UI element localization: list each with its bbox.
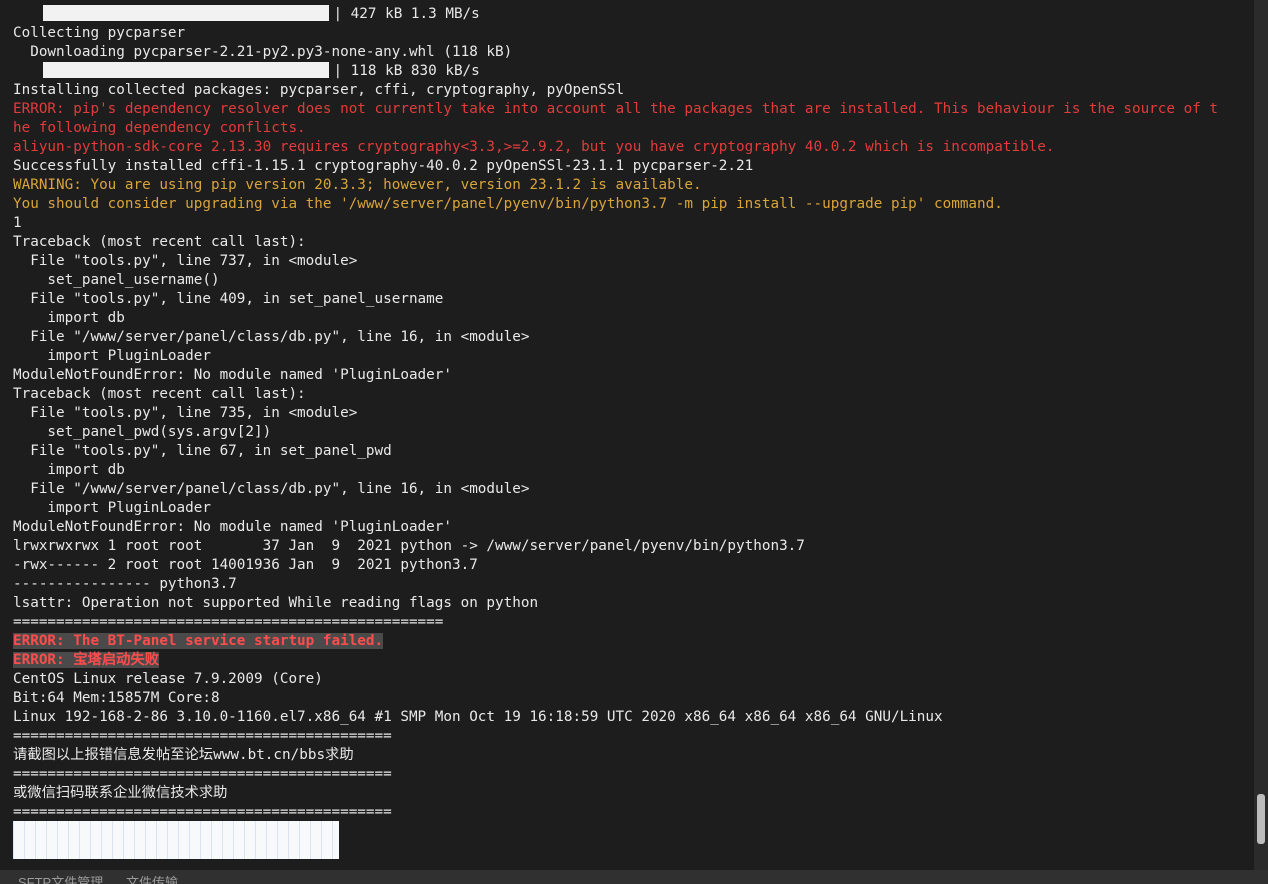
terminal-line: CentOS Linux release 7.9.2009 (Core) (13, 671, 323, 687)
terminal-line: ERROR: pip's dependency resolver does no… (13, 101, 1219, 117)
terminal-line: ========================================… (13, 766, 392, 782)
tab-file-transfer[interactable]: 文件传输 (126, 875, 178, 884)
terminal-line: ERROR: The BT-Panel service startup fail… (13, 632, 1249, 651)
terminal-line: import db (13, 310, 125, 326)
terminal-line: lsattr: Operation not supported While re… (13, 595, 539, 611)
terminal-line: ---------------- python3.7 (13, 576, 237, 592)
terminal-output[interactable]: | 427 kB 1.3 MB/s Collecting pycparser Do… (13, 5, 1249, 822)
terminal-line: File "tools.py", line 409, in set_panel_… (13, 291, 444, 307)
progress-bar (43, 62, 330, 78)
terminal-line: ========================================… (13, 804, 392, 820)
terminal-line: import PluginLoader (13, 500, 211, 516)
terminal-line: -rwx------ 2 root root 14001936 Jan 9 20… (13, 557, 478, 573)
error-highlight-text: ERROR: 宝塔启动失败 (13, 652, 160, 668)
terminal-line: ========================================… (13, 728, 392, 744)
terminal-line: set_panel_pwd(sys.argv[2]) (13, 424, 272, 440)
terminal-line: Installing collected packages: pycparser… (13, 82, 625, 98)
terminal-window[interactable]: | 427 kB 1.3 MB/s Collecting pycparser Do… (0, 0, 1254, 870)
progress-text: | 118 kB 830 kB/s (333, 63, 480, 79)
terminal-line: You should consider upgrading via the '/… (13, 196, 1003, 212)
terminal-scrollbar[interactable] (1254, 0, 1268, 870)
progress-bar (43, 5, 330, 21)
terminal-line: ERROR: 宝塔启动失败 (13, 651, 1249, 670)
terminal-line: ModuleNotFoundError: No module named 'Pl… (13, 367, 452, 383)
terminal-line: WARNING: You are using pip version 20.3.… (13, 177, 702, 193)
progress-text: | 427 kB 1.3 MB/s (333, 6, 480, 22)
terminal-line: he following dependency conflicts. (13, 120, 306, 136)
terminal-line: 请截图以上报错信息发帖至论坛www.bt.cn/bbs求助 (13, 747, 354, 763)
terminal-line: Traceback (most recent call last): (13, 234, 306, 250)
terminal-line: ModuleNotFoundError: No module named 'Pl… (13, 519, 452, 535)
tab-sftp-file-manager[interactable]: SFTP文件管理 (18, 875, 103, 884)
terminal-line: | 427 kB 1.3 MB/s (13, 5, 1249, 24)
terminal-line: File "tools.py", line 735, in <module> (13, 405, 358, 421)
error-highlight-text: ERROR: The BT-Panel service startup fail… (13, 633, 384, 649)
terminal-line: import db (13, 462, 125, 478)
terminal-line: Collecting pycparser (13, 25, 186, 41)
terminal-line: File "/www/server/panel/class/db.py", li… (13, 481, 530, 497)
wechat-qr-code-image (13, 821, 339, 859)
terminal-line: 1 (13, 215, 22, 231)
terminal-line: File "tools.py", line 737, in <module> (13, 253, 358, 269)
terminal-line: Bit:64 Mem:15857M Core:8 (13, 690, 220, 706)
terminal-line: set_panel_username() (13, 272, 220, 288)
terminal-line: 或微信扫码联系企业微信技术求助 (13, 785, 228, 801)
terminal-scrollbar-thumb[interactable] (1257, 794, 1265, 844)
terminal-line: Successfully installed cffi-1.15.1 crypt… (13, 158, 754, 174)
terminal-line: ========================================… (13, 614, 444, 630)
terminal-line: File "tools.py", line 67, in set_panel_p… (13, 443, 392, 459)
terminal-line: Downloading pycparser-2.21-py2.py3-none-… (13, 44, 513, 60)
terminal-line: import PluginLoader (13, 348, 211, 364)
terminal-line: | 118 kB 830 kB/s (13, 62, 1249, 81)
terminal-line: Linux 192-168-2-86 3.10.0-1160.el7.x86_6… (13, 709, 943, 725)
terminal-line: Traceback (most recent call last): (13, 386, 306, 402)
bottom-tab-bar: SFTP文件管理 文件传输 (0, 870, 1268, 884)
terminal-line: lrwxrwxrwx 1 root root 37 Jan 9 2021 pyt… (13, 538, 805, 554)
terminal-line: File "/www/server/panel/class/db.py", li… (13, 329, 530, 345)
terminal-line: aliyun-python-sdk-core 2.13.30 requires … (13, 139, 1055, 155)
